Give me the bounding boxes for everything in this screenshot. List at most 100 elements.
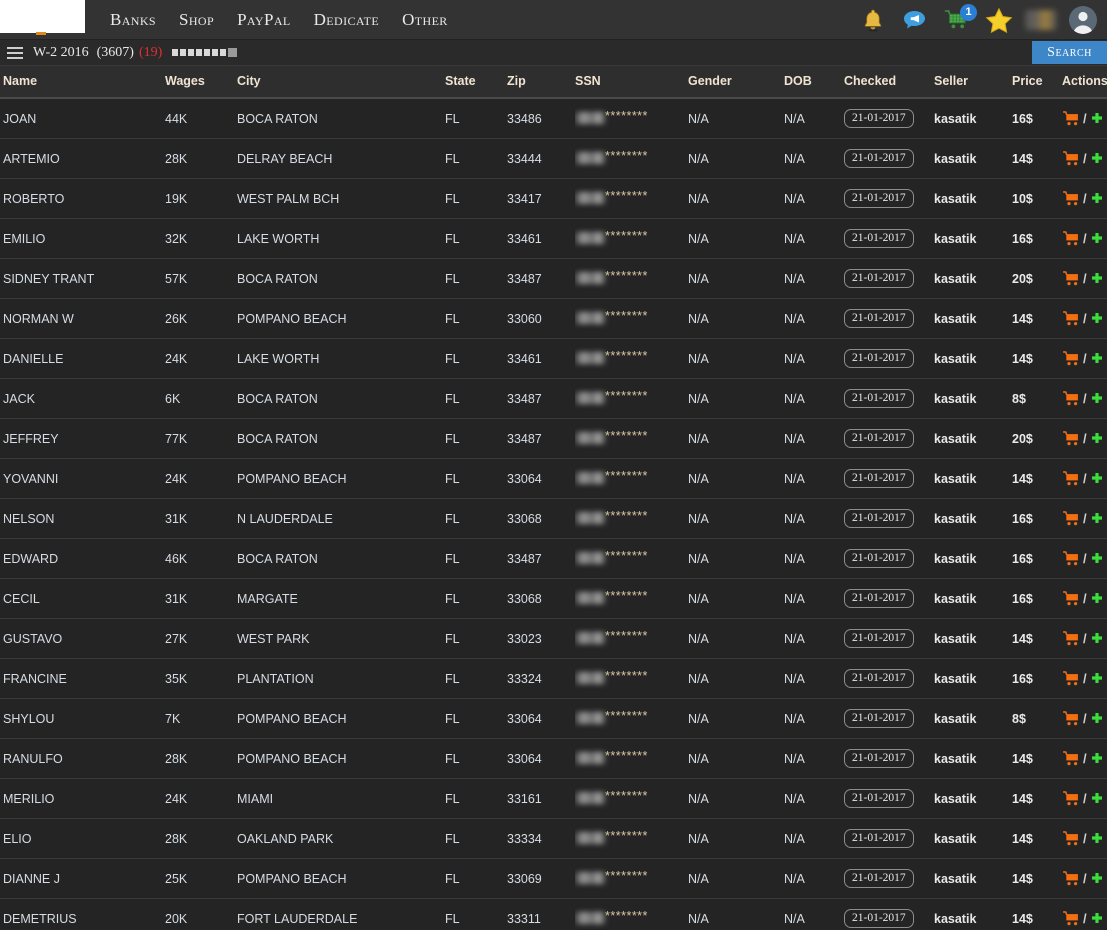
add-icon[interactable] xyxy=(1090,752,1104,766)
add-to-cart-icon[interactable] xyxy=(1063,511,1080,526)
seller-name[interactable]: kasatik xyxy=(934,872,976,886)
nav-link-shop[interactable]: Shop xyxy=(179,10,214,30)
seller-name[interactable]: kasatik xyxy=(934,592,976,606)
table-row[interactable]: GUSTAVO 27K WEST PARK FL 33023 ******** N/A N/A… xyxy=(0,618,1107,659)
add-icon[interactable] xyxy=(1090,272,1104,286)
hamburger-icon[interactable] xyxy=(7,46,23,59)
add-to-cart-icon[interactable] xyxy=(1063,471,1080,486)
add-icon[interactable] xyxy=(1090,552,1104,566)
add-to-cart-icon[interactable] xyxy=(1063,311,1080,326)
seller-name[interactable]: kasatik xyxy=(934,552,976,566)
add-to-cart-icon[interactable] xyxy=(1063,271,1080,286)
add-to-cart-icon[interactable] xyxy=(1063,191,1080,206)
add-to-cart-icon[interactable] xyxy=(1063,631,1080,646)
seller-name[interactable]: kasatik xyxy=(934,632,976,646)
add-to-cart-icon[interactable] xyxy=(1063,151,1080,166)
seller-name[interactable]: kasatik xyxy=(934,672,976,686)
table-row[interactable]: JOAN 44K BOCA RATON FL 33486 ******** N/A N/A 21… xyxy=(0,98,1107,139)
user-avatar-icon[interactable] xyxy=(1067,4,1099,36)
add-to-cart-icon[interactable] xyxy=(1063,711,1080,726)
seller-name[interactable]: kasatik xyxy=(934,712,976,726)
add-to-cart-icon[interactable] xyxy=(1063,591,1080,606)
add-icon[interactable] xyxy=(1090,352,1104,366)
add-to-cart-icon[interactable] xyxy=(1063,391,1080,406)
add-to-cart-icon[interactable] xyxy=(1063,911,1080,926)
table-row[interactable]: NELSON 31K N LAUDERDALE FL 33068 ******** N/A N… xyxy=(0,498,1107,539)
add-icon[interactable] xyxy=(1090,112,1104,126)
search-button[interactable]: Search xyxy=(1032,41,1107,64)
seller-name[interactable]: kasatik xyxy=(934,312,976,326)
seller-name[interactable]: kasatik xyxy=(934,472,976,486)
seller-name[interactable]: kasatik xyxy=(934,512,976,526)
add-icon[interactable] xyxy=(1090,712,1104,726)
column-header-dob[interactable]: DOB xyxy=(784,66,844,99)
table-row[interactable]: EMILIO 32K LAKE WORTH FL 33461 ******** N/A N/A… xyxy=(0,218,1107,259)
table-row[interactable]: FRANCINE 35K PLANTATION FL 33324 ******** N/A N… xyxy=(0,658,1107,699)
table-row[interactable]: DEMETRIUS 20K FORT LAUDERDALE FL 33311 ******… xyxy=(0,898,1107,930)
add-to-cart-icon[interactable] xyxy=(1063,431,1080,446)
star-icon[interactable] xyxy=(983,4,1015,36)
add-icon[interactable] xyxy=(1090,912,1104,926)
table-row[interactable]: DANIELLE 24K LAKE WORTH FL 33461 ******** N/A N… xyxy=(0,338,1107,379)
add-to-cart-icon[interactable] xyxy=(1063,231,1080,246)
seller-name[interactable]: kasatik xyxy=(934,432,976,446)
seller-name[interactable]: kasatik xyxy=(934,912,976,926)
column-header-checked[interactable]: Checked xyxy=(844,66,934,99)
add-icon[interactable] xyxy=(1090,312,1104,326)
add-icon[interactable] xyxy=(1090,432,1104,446)
seller-name[interactable]: kasatik xyxy=(934,152,976,166)
seller-name[interactable]: kasatik xyxy=(934,392,976,406)
cart-icon[interactable]: 1 xyxy=(941,4,977,36)
add-icon[interactable] xyxy=(1090,472,1104,486)
add-icon[interactable] xyxy=(1090,672,1104,686)
table-row[interactable]: SHYLOU 7K POMPANO BEACH FL 33064 ******** N/A N… xyxy=(0,698,1107,739)
column-header-zip[interactable]: Zip xyxy=(507,66,575,99)
table-row[interactable]: DIANNE J 25K POMPANO BEACH FL 33069 ******** N… xyxy=(0,858,1107,899)
add-to-cart-icon[interactable] xyxy=(1063,351,1080,366)
seller-name[interactable]: kasatik xyxy=(934,232,976,246)
seller-name[interactable]: kasatik xyxy=(934,112,976,126)
bell-icon[interactable] xyxy=(857,4,889,36)
nav-link-other[interactable]: Other xyxy=(402,10,448,30)
column-header-gender[interactable]: Gender xyxy=(688,66,784,99)
add-to-cart-icon[interactable] xyxy=(1063,791,1080,806)
add-to-cart-icon[interactable] xyxy=(1063,551,1080,566)
add-icon[interactable] xyxy=(1090,192,1104,206)
seller-name[interactable]: kasatik xyxy=(934,792,976,806)
table-row[interactable]: RANULFO 28K POMPANO BEACH FL 33064 ******** N/… xyxy=(0,738,1107,779)
add-icon[interactable] xyxy=(1090,832,1104,846)
seller-name[interactable]: kasatik xyxy=(934,832,976,846)
add-to-cart-icon[interactable] xyxy=(1063,111,1080,126)
add-icon[interactable] xyxy=(1090,632,1104,646)
nav-link-banks[interactable]: Banks xyxy=(110,10,156,30)
nav-link-paypal[interactable]: PayPal xyxy=(237,10,291,30)
table-row[interactable]: CECIL 31K MARGATE FL 33068 ******** N/A N/A 21-0… xyxy=(0,578,1107,619)
table-row[interactable]: ARTEMIO 28K DELRAY BEACH FL 33444 ******** N/A… xyxy=(0,138,1107,179)
add-icon[interactable] xyxy=(1090,592,1104,606)
add-icon[interactable] xyxy=(1090,512,1104,526)
table-row[interactable]: EDWARD 46K BOCA RATON FL 33487 ******** N/A N/A… xyxy=(0,538,1107,579)
seller-name[interactable]: kasatik xyxy=(934,752,976,766)
table-row[interactable]: MERILIO 24K MIAMI FL 33161 ******** N/A N/A 21-0… xyxy=(0,778,1107,819)
add-icon[interactable] xyxy=(1090,392,1104,406)
seller-name[interactable]: kasatik xyxy=(934,272,976,286)
site-logo[interactable] xyxy=(0,0,85,35)
column-header-price[interactable]: Price xyxy=(1012,66,1062,99)
add-to-cart-icon[interactable] xyxy=(1063,671,1080,686)
table-row[interactable]: JACK 6K BOCA RATON FL 33487 ******** N/A N/A 21-… xyxy=(0,378,1107,419)
table-row[interactable]: SIDNEY TRANT 57K BOCA RATON FL 33487 ********… xyxy=(0,258,1107,299)
blurred-balance-icon[interactable] xyxy=(1025,4,1057,36)
nav-link-dedicate[interactable]: Dedicate xyxy=(314,10,379,30)
add-to-cart-icon[interactable] xyxy=(1063,831,1080,846)
table-row[interactable]: ROBERTO 19K WEST PALM BCH FL 33417 ******** N/… xyxy=(0,178,1107,219)
column-header-name[interactable]: Name xyxy=(0,66,165,99)
seller-name[interactable]: kasatik xyxy=(934,352,976,366)
table-row[interactable]: JEFFREY 77K BOCA RATON FL 33487 ******** N/A N/… xyxy=(0,418,1107,459)
table-row[interactable]: NORMAN W 26K POMPANO BEACH FL 33060 ******** N… xyxy=(0,298,1107,339)
column-header-city[interactable]: City xyxy=(237,66,445,99)
add-icon[interactable] xyxy=(1090,872,1104,886)
add-icon[interactable] xyxy=(1090,152,1104,166)
column-header-wages[interactable]: Wages xyxy=(165,66,237,99)
column-header-ssn[interactable]: SSN xyxy=(575,66,688,99)
add-to-cart-icon[interactable] xyxy=(1063,751,1080,766)
